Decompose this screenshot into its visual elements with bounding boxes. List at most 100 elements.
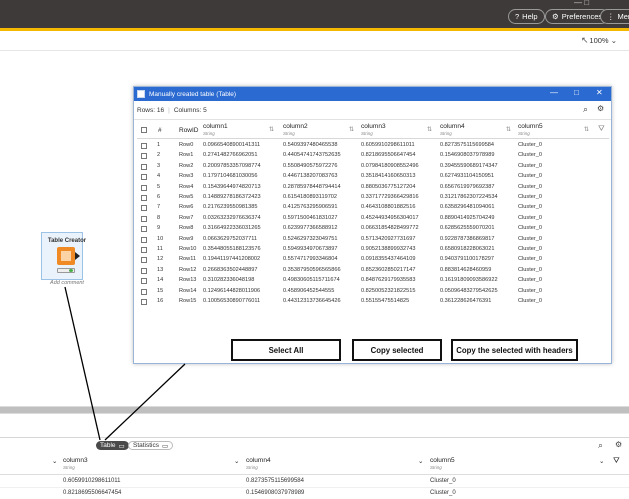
table-cell: 0.8805036775127204	[361, 183, 416, 190]
header-column1[interactable]: column1	[203, 123, 228, 130]
row-checkbox[interactable]	[141, 236, 147, 243]
header-column3[interactable]: column3	[63, 457, 88, 464]
table-info: Rows: 16 | Columns: 5	[137, 107, 207, 114]
row-checkbox[interactable]	[141, 174, 147, 181]
chevron-down-icon[interactable]: ⌄	[52, 457, 57, 465]
settings-icon[interactable]: ⚙	[597, 104, 604, 113]
table-row[interactable]: 10 Row9 0.0663629752037711 0.52462973230497…	[137, 235, 609, 245]
row-checkbox[interactable]	[141, 247, 147, 253]
header-column3[interactable]: column3	[361, 123, 386, 130]
row-checkbox[interactable]	[141, 184, 147, 191]
row-checkbox[interactable]	[141, 143, 147, 149]
header-column4[interactable]: column4	[440, 123, 465, 130]
row-checkbox[interactable]	[141, 257, 147, 264]
header-column2[interactable]: column2	[283, 123, 308, 130]
header-column4[interactable]: column4	[246, 457, 271, 464]
header-column5-type: String	[430, 465, 442, 470]
table-row[interactable]: 6 Row5 0.14889278186372423 0.61541808931197…	[137, 193, 609, 203]
filter-icon[interactable]: ⛛	[598, 124, 605, 134]
table-cell: Row0	[179, 142, 194, 148]
table-row[interactable]: 15 Row14 0.12496144828011906 0.458906452544…	[137, 287, 609, 297]
table-row[interactable]: 8 Row7 0.03263232976636374 0.59715004618310…	[137, 214, 609, 224]
select-all-checkbox[interactable]	[141, 127, 147, 133]
output-port[interactable]	[75, 252, 80, 260]
row-checkbox[interactable]	[141, 205, 147, 212]
table-cell: 0.5574717993346804	[283, 256, 338, 263]
table-cell: Cluster_0	[518, 204, 542, 211]
help-icon: ?	[515, 12, 520, 21]
node-comment[interactable]: Add comment	[44, 280, 90, 286]
chevron-down-icon[interactable]: ⌄	[418, 457, 423, 465]
table-row[interactable]: 7 Row6 0.2176239550981385 0.412576329590659…	[137, 203, 609, 213]
table-cell: 8	[157, 214, 161, 221]
table-row[interactable]: 16 Row15 0.10056530890776011 0.443123137366…	[137, 297, 609, 307]
copy-with-headers-button[interactable]: Copy the selected with headers	[451, 339, 578, 361]
table-row[interactable]: 14 Row13 0.3102823360481​98 0.4983060511571…	[137, 276, 609, 286]
row-checkbox[interactable]	[141, 278, 147, 285]
tab-table[interactable]: Table ▭	[96, 441, 129, 450]
table-row[interactable]: 12 Row11 0.1944119744120800​2 0.55747179933…	[137, 255, 609, 265]
row-checkbox[interactable]	[141, 195, 147, 201]
copy-selected-button[interactable]: Copy selected	[352, 339, 442, 361]
chevron-down-icon[interactable]: ⌄	[234, 457, 239, 465]
row-checkbox[interactable]	[141, 288, 147, 295]
header-rowid[interactable]: RowID	[179, 127, 199, 134]
table-row[interactable]: 2 Row1 0.2741482766962051 0.440547417437526…	[137, 151, 609, 161]
table-cell: Row8	[179, 225, 194, 232]
row-checkbox[interactable]	[141, 163, 147, 170]
pointer-icon[interactable]: ↖	[581, 35, 589, 46]
table-cell: Cluster_0	[518, 162, 542, 169]
table-cell: 0.2741482766962051	[203, 152, 258, 159]
row-checkbox[interactable]	[141, 226, 147, 233]
table-row[interactable]: 4 Row3 0.1797104681030056 0.446713820708376…	[137, 172, 609, 182]
sort-icon[interactable]: ⇅	[269, 126, 274, 133]
menu-button[interactable]: ⋮ Menu	[600, 9, 629, 24]
table-row[interactable]: 11 Row10 0.35448055188123576 0.594993497067…	[137, 245, 609, 255]
rows-count: Rows: 16	[137, 107, 165, 114]
header-column5[interactable]: column5	[518, 123, 543, 130]
settings-icon[interactable]: ⚙	[615, 440, 622, 449]
row-checkbox[interactable]	[141, 299, 147, 305]
table-row[interactable]: 5 Row4 0.1543964497482071​3 0.2878597844879…	[137, 183, 609, 193]
maximize-icon[interactable]: □	[574, 88, 579, 97]
sort-icon[interactable]: ⇅	[584, 126, 589, 133]
header-column2-type: String	[283, 131, 295, 136]
select-all-button[interactable]: Select All	[231, 339, 341, 361]
table-row[interactable]: 3 Row2 0.20097853357098774 0.55084905759722…	[137, 162, 609, 172]
row-checkbox[interactable]	[141, 215, 147, 222]
tab-statistics[interactable]: Statistics ▭	[128, 441, 174, 450]
window-controls[interactable]: — □	[574, 0, 589, 7]
filter-icon[interactable]: ⛛	[613, 456, 620, 466]
table-row[interactable]: 0.8218695506647454 0.1546908037978989 Clus…	[0, 488, 629, 499]
table-cell: 0.4467138207083763	[283, 173, 338, 180]
table-cell: 0.5508490575972276	[283, 162, 338, 169]
minimize-icon[interactable]: —	[550, 88, 558, 97]
sort-icon[interactable]: ⇅	[427, 126, 432, 133]
table-creator-node-icon[interactable]	[57, 247, 80, 265]
zoom-value: 100%	[589, 36, 609, 45]
table-row[interactable]: 0.6059910298611011 0.8273575115699584 Clus…	[0, 476, 629, 488]
search-icon[interactable]: ⌕	[598, 440, 603, 451]
row-checkbox[interactable]	[141, 153, 147, 160]
table-row[interactable]: 1 Row0 0.09665408900141311 0.54093974804655…	[137, 141, 609, 151]
dialog-title-bar[interactable]: Manually created table (Table) — □ ✕	[134, 87, 611, 101]
help-button[interactable]: ? Help	[508, 9, 545, 24]
table-cell: 0.0918355437464109	[361, 256, 416, 263]
header-column3-type: String	[361, 131, 373, 136]
table-cell: 0.6580918228063021	[440, 246, 495, 252]
table-row[interactable]: 9 Row8 0.31664922336031265 0.62399773665889…	[137, 224, 609, 234]
close-icon[interactable]: ✕	[596, 88, 603, 97]
sort-icon[interactable]: ⇅	[349, 126, 354, 133]
sort-icon[interactable]: ⇅	[506, 126, 511, 133]
table-cell: 0.31217862307224534	[440, 194, 498, 200]
gear-icon: ⚙	[552, 12, 559, 21]
row-checkbox[interactable]	[141, 267, 147, 274]
header-column5[interactable]: column5	[430, 457, 455, 464]
table-cell: Cluster_0	[518, 142, 542, 148]
scrollbar-thumb[interactable]	[0, 407, 629, 413]
search-icon[interactable]: ⌕	[583, 104, 588, 115]
chevron-down-icon[interactable]: ⌄	[599, 457, 604, 465]
zoom-select[interactable]: 100% ⌄	[589, 36, 617, 45]
table-cell: Cluster_0	[518, 225, 542, 232]
table-row[interactable]: 13 Row12 0.2668363502448897 0.3538795059656…	[137, 266, 609, 276]
